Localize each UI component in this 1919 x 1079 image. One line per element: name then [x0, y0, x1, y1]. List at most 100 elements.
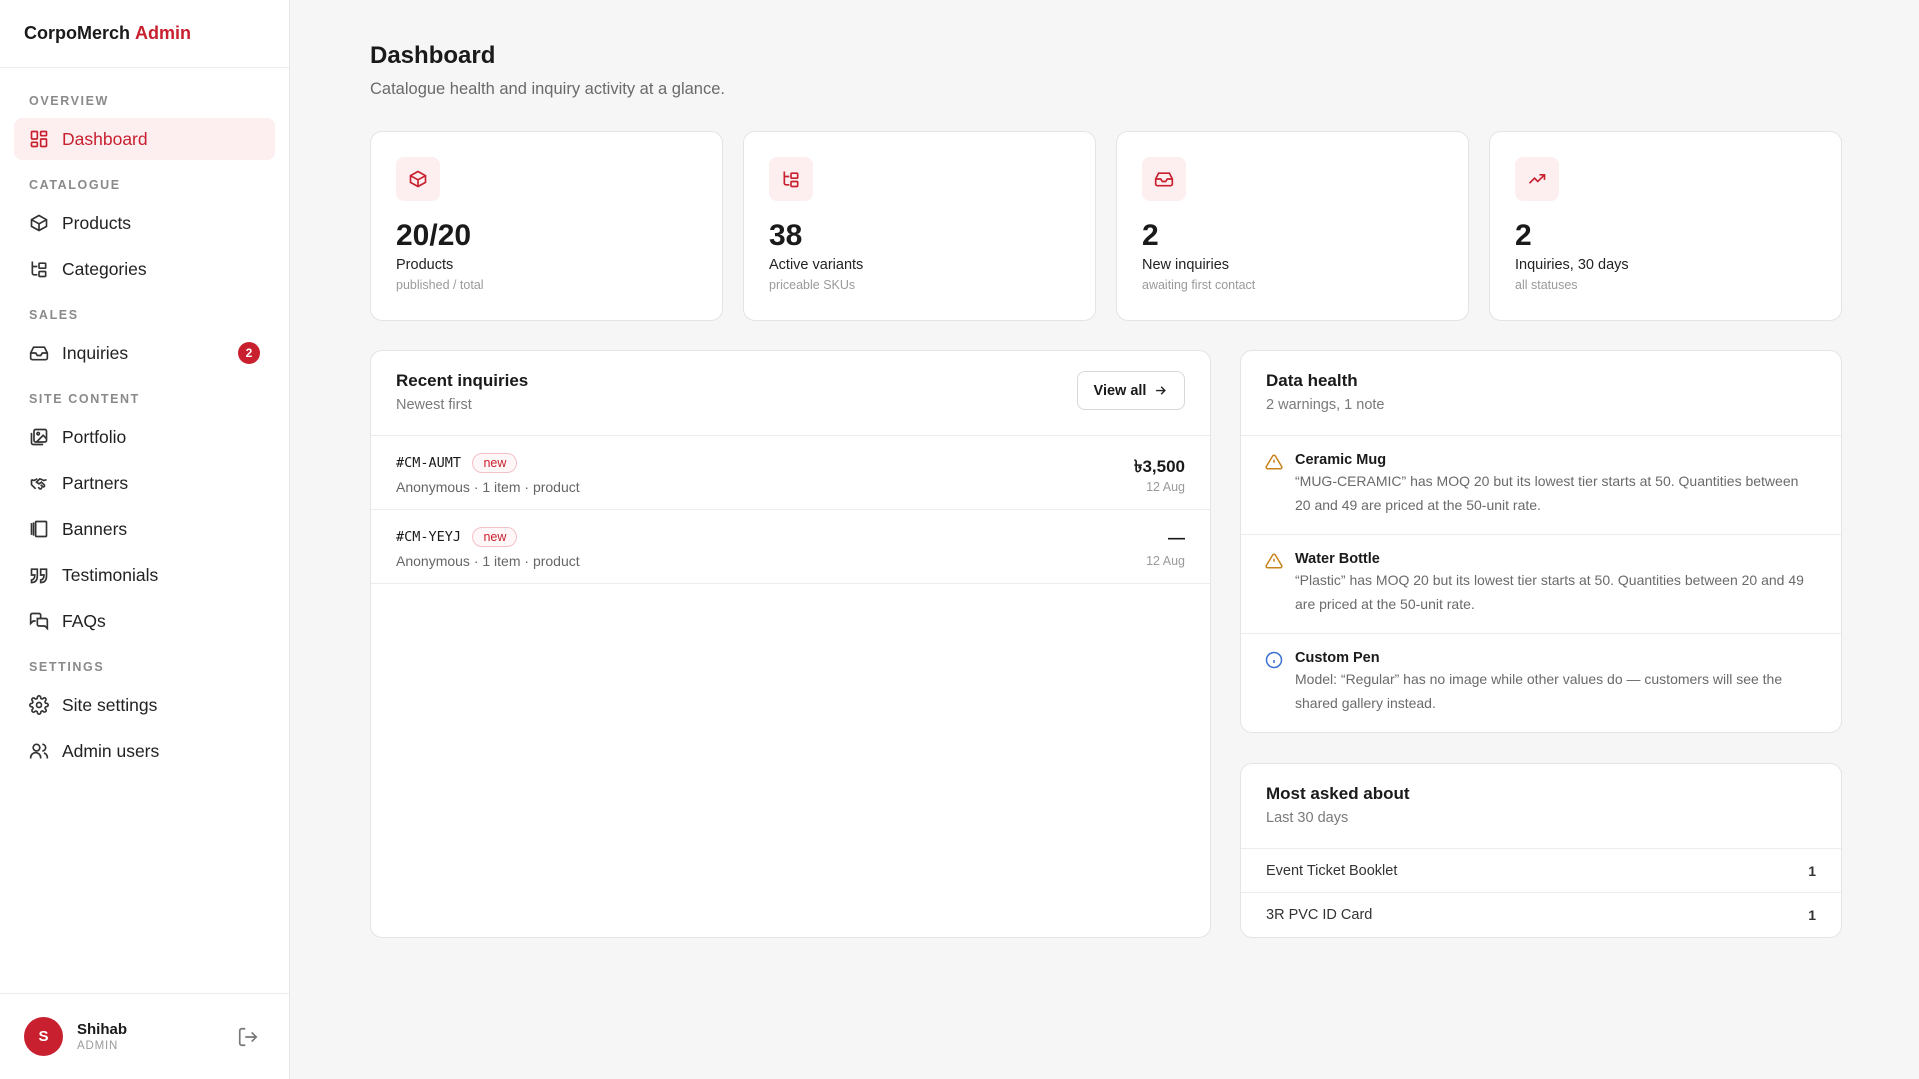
sidebar-item-faqs[interactable]: FAQs: [14, 600, 275, 642]
inbox-icon: [1142, 157, 1186, 201]
recent-inquiries-card: Recent inquiries Newest first View all #…: [370, 350, 1211, 938]
stat-hint: all statuses: [1515, 278, 1578, 292]
trend-icon: [1515, 157, 1559, 201]
logout-icon[interactable]: [237, 1026, 259, 1048]
card-subtitle: Newest first: [396, 397, 472, 413]
warning-icon: [1265, 453, 1283, 471]
quote-icon: [29, 565, 49, 585]
inquiries-count-badge: 2: [238, 342, 260, 364]
brand-accent: Admin: [135, 23, 192, 43]
health-item-desc: “MUG-CERAMIC” has MOQ 20 but its lowest …: [1295, 473, 1799, 513]
user-name: Shihab: [77, 1021, 128, 1038]
inquiry-row[interactable]: #CM-AUMT new Anonymous · 1 item · produc…: [371, 436, 1210, 510]
health-item-info[interactable]: Custom Pen Model: “Regular” has no image…: [1241, 634, 1841, 733]
inquiry-amount: ৳3,500: [1133, 457, 1185, 476]
list-item[interactable]: Event Ticket Booklet 1: [1241, 849, 1841, 893]
sidebar-item-label: Categories: [62, 258, 147, 279]
health-item-desc: Model: “Regular” has no image while othe…: [1295, 671, 1783, 711]
arrow-right-icon: [1146, 383, 1168, 398]
stat-hint: awaiting first contact: [1142, 278, 1256, 292]
sidebar-item-label: Testimonials: [62, 564, 159, 585]
view-all-button[interactable]: View all: [1077, 371, 1185, 410]
product-name: Event Ticket Booklet: [1266, 862, 1398, 879]
sidebar-item-label: Site settings: [62, 694, 158, 715]
page-subtitle: Catalogue health and inquiry activity at…: [370, 80, 725, 98]
sidebar-item-admin-users[interactable]: Admin users: [14, 730, 275, 772]
inquiry-count: 1: [1808, 862, 1816, 879]
handshake-icon: [29, 473, 49, 493]
sidebar-item-inquiries[interactable]: Inquiries 2: [14, 332, 275, 374]
most-asked-card: Most asked about Last 30 days Event Tick…: [1240, 763, 1842, 938]
nav-section-catalogue: CATALOGUE: [29, 178, 121, 192]
sidebar-item-categories[interactable]: Categories: [14, 248, 275, 290]
nav-section-site-content: SITE CONTENT: [29, 392, 140, 406]
banner-icon: [29, 519, 49, 539]
tree-icon: [29, 259, 49, 279]
avatar[interactable]: S: [24, 1017, 63, 1056]
card-subtitle: 2 warnings, 1 note: [1266, 397, 1385, 413]
sidebar: CorpoMerch Admin OVERVIEW Dashboard CATA…: [0, 0, 290, 1079]
sidebar-item-banners[interactable]: Banners: [14, 508, 275, 550]
card-title: Recent inquiries: [396, 371, 529, 390]
sidebar-item-label: FAQs: [62, 610, 106, 631]
inquiry-code: #CM-YEYJ: [396, 529, 462, 545]
sidebar-item-label: Products: [62, 212, 132, 233]
card-subtitle: Last 30 days: [1266, 810, 1349, 826]
view-all-label: View all: [1093, 382, 1147, 399]
info-icon: [1265, 651, 1283, 669]
sidebar-item-products[interactable]: Products: [14, 202, 275, 244]
product-name: 3R PVC ID Card: [1266, 907, 1373, 923]
sidebar-item-label: Admin users: [62, 740, 160, 761]
stats-row: 20/20 Products published / total 38 Acti…: [370, 131, 1842, 321]
stat-value: 20/20: [396, 219, 472, 252]
tree-icon: [769, 157, 813, 201]
list-item[interactable]: 3R PVC ID Card 1: [1241, 893, 1841, 937]
sidebar-item-label: Inquiries: [62, 342, 129, 363]
health-item-title: Ceramic Mug: [1295, 452, 1387, 468]
sidebar-item-partners[interactable]: Partners: [14, 462, 275, 504]
health-item-warning[interactable]: Water Bottle “Plastic” has MOQ 20 but it…: [1241, 535, 1841, 634]
inquiry-code: #CM-AUMT: [396, 455, 462, 471]
card-header: Data health 2 warnings, 1 note: [1241, 351, 1841, 436]
image-icon: [29, 427, 49, 447]
box-icon: [396, 157, 440, 201]
sidebar-item-site-settings[interactable]: Site settings: [14, 684, 275, 726]
inquiry-meta: Anonymous · 1 item · product: [396, 553, 580, 569]
stat-value: 2: [1142, 219, 1159, 252]
sidebar-item-testimonials[interactable]: Testimonials: [14, 554, 275, 596]
stat-hint: published / total: [396, 278, 484, 292]
gear-icon: [29, 695, 49, 715]
brand-logo[interactable]: CorpoMerch Admin: [0, 0, 289, 68]
inquiry-row[interactable]: #CM-YEYJ new Anonymous · 1 item · produc…: [371, 510, 1210, 584]
inquiry-count: 1: [1808, 907, 1816, 923]
nav-section-overview: OVERVIEW: [29, 94, 109, 108]
inquiry-date: 12 Aug: [1146, 554, 1185, 568]
sidebar-item-portfolio[interactable]: Portfolio: [14, 416, 275, 458]
health-item-warning[interactable]: Ceramic Mug “MUG-CERAMIC” has MOQ 20 but…: [1241, 436, 1841, 535]
stat-hint: priceable SKUs: [769, 278, 856, 292]
stat-label: Products: [396, 257, 454, 273]
sidebar-item-dashboard[interactable]: Dashboard: [14, 118, 275, 160]
nav-section-settings: SETTINGS: [29, 660, 105, 674]
stat-value: 38: [769, 219, 803, 252]
inquiry-amount: —: [1168, 528, 1185, 547]
sidebar-item-label: Dashboard: [62, 128, 148, 149]
box-icon: [29, 213, 49, 233]
stat-value: 2: [1515, 219, 1532, 252]
chat-icon: [29, 611, 49, 631]
stat-card-products: 20/20 Products published / total: [370, 131, 723, 321]
sidebar-item-label: Portfolio: [62, 426, 127, 447]
stat-label: Inquiries, 30 days: [1515, 257, 1629, 273]
sidebar-nav: OVERVIEW Dashboard CATALOGUE Products Ca…: [0, 68, 289, 993]
inbox-icon: [29, 343, 49, 363]
page-title: Dashboard: [370, 42, 496, 69]
health-item-title: Custom Pen: [1295, 650, 1380, 666]
health-item-desc: “Plastic” has MOQ 20 but its lowest tier…: [1295, 572, 1804, 612]
user-meta: Shihab ADMIN: [77, 1021, 127, 1052]
inquiry-date: 12 Aug: [1146, 480, 1185, 494]
warning-icon: [1265, 552, 1283, 570]
sidebar-item-label: Partners: [62, 472, 129, 493]
users-icon: [29, 741, 49, 761]
status-badge: new: [472, 453, 518, 473]
dashboard-icon: [29, 129, 49, 149]
